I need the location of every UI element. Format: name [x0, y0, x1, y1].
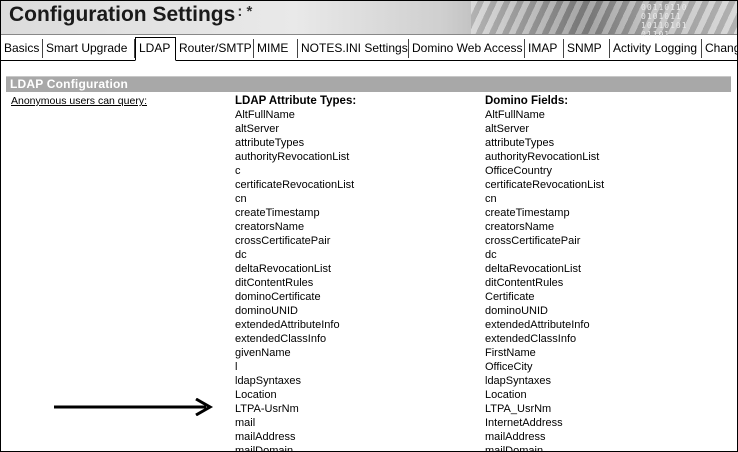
ldap-attributes-list: AltFullName altServer attributeTypes author…	[235, 108, 355, 452]
ldap-attribute-item: AltFullName	[235, 109, 295, 121]
ldap-attribute-item: crossCertificatePair	[235, 235, 331, 247]
ldap-attribute-item: dominoUNID	[235, 305, 298, 317]
ldap-attribute-item: LTPA-UsrNm	[235, 403, 299, 415]
header-binary-art: 00110110 0101011 10110101 01101	[641, 3, 688, 39]
ldap-attribute-item: authorityRevocationList	[235, 151, 350, 163]
ldap-attribute-item: dc	[235, 249, 247, 261]
domino-field-item: creatorsName	[485, 221, 555, 233]
ldap-attribute-item: deltaRevocationList	[235, 263, 332, 275]
right-arrow-icon	[54, 398, 214, 416]
tab-imap[interactable]: IMAP	[525, 39, 564, 58]
domino-field-item: mailDomain	[485, 445, 544, 452]
section-title: LDAP Configuration	[10, 77, 129, 91]
ldap-attributes-header: LDAP Attribute Types:	[235, 95, 357, 107]
domino-fields-header: Domino Fields:	[485, 95, 569, 107]
ldap-attribute-item: mail	[235, 417, 256, 429]
domino-field-item: mailAddress	[485, 431, 546, 443]
tab-ldap[interactable]: LDAP	[135, 37, 176, 61]
tab-smart-upgrade[interactable]: Smart Upgrade	[43, 39, 135, 58]
ldap-attribute-item: l	[235, 361, 238, 373]
anonymous-users-link[interactable]: Anonymous users can query:	[11, 95, 147, 107]
tab-activity-logging[interactable]: Activity Logging	[610, 39, 702, 58]
tab-notes-ini-settings[interactable]: NOTES.INI Settings	[298, 39, 409, 58]
tab-bar: Basics Smart Upgrade LDAP Router/SMTP MIME NO…	[1, 36, 737, 61]
ldap-attribute-item: altServer	[235, 123, 280, 135]
page-title-text: Configuration Settings	[9, 3, 236, 26]
domino-field-item: InternetAddress	[485, 417, 563, 429]
domino-field-item: cn	[485, 193, 497, 205]
ldap-attribute-item: ldapSyntaxes	[235, 375, 302, 387]
domino-field-item: LTPA_UsrNm	[485, 403, 552, 415]
domino-field-item: certificateRevocationList	[485, 179, 605, 191]
domino-field-item: altServer	[485, 123, 530, 135]
ldap-attribute-item: mailDomain	[235, 445, 294, 452]
tab-basics[interactable]: Basics	[1, 39, 43, 58]
section-header: LDAP Configuration	[6, 76, 731, 92]
domino-field-item: ditContentRules	[485, 277, 564, 289]
ldap-attribute-item: ditContentRules	[235, 277, 314, 289]
header-binary-line: 10110101	[641, 21, 688, 30]
ldap-attribute-item: extendedAttributeInfo	[235, 319, 340, 331]
tab-chang[interactable]: Chang	[702, 39, 737, 58]
domino-field-item: createTimestamp	[485, 207, 570, 219]
tab-domino-web-access[interactable]: Domino Web Access	[409, 39, 525, 58]
ldap-attribute-item: cn	[235, 193, 247, 205]
ldap-attribute-item: Location	[235, 389, 277, 401]
ldap-attribute-item: creatorsName	[235, 221, 305, 233]
domino-field-item: extendedClassInfo	[485, 333, 577, 345]
domino-field-item: Certificate	[485, 291, 535, 303]
tab-mime[interactable]: MIME	[254, 39, 298, 58]
ldap-attribute-item: extendedClassInfo	[235, 333, 327, 345]
tab-router-smtp[interactable]: Router/SMTP	[176, 39, 254, 58]
domino-field-item: dominoUNID	[485, 305, 548, 317]
ldap-attribute-item: createTimestamp	[235, 207, 320, 219]
ldap-attribute-item: mailAddress	[235, 431, 296, 443]
config-window: 00110110 0101011 10110101 01101 Configurat…	[0, 0, 738, 452]
ldap-attribute-item: dominoCertificate	[235, 291, 321, 303]
domino-field-item: AltFullName	[485, 109, 545, 121]
tab-snmp[interactable]: SNMP	[564, 39, 610, 58]
header-artwork	[471, 1, 737, 34]
domino-field-item: FirstName	[485, 347, 536, 359]
domino-field-item: OfficeCity	[485, 361, 533, 373]
modified-mark: : *	[237, 3, 253, 20]
domino-field-item: OfficeCountry	[485, 165, 553, 177]
domino-field-item: deltaRevocationList	[485, 263, 582, 275]
header-banner: 00110110 0101011 10110101 01101 Configurat…	[1, 1, 737, 39]
header-binary-line: 00110110	[641, 3, 688, 12]
header-binary-line: 0101011	[641, 12, 682, 21]
domino-field-item: crossCertificatePair	[485, 235, 581, 247]
ldap-attribute-item: givenName	[235, 347, 291, 359]
domino-field-item: attributeTypes	[485, 137, 555, 149]
domino-fields-list: AltFullName altServer attributeTypes author…	[485, 108, 605, 452]
page-title: Configuration Settings: *	[9, 1, 252, 31]
domino-field-item: dc	[485, 249, 497, 261]
domino-field-item: Location	[485, 389, 527, 401]
ldap-attribute-item: c	[235, 165, 241, 177]
domino-field-item: ldapSyntaxes	[485, 375, 552, 387]
ldap-attribute-item: certificateRevocationList	[235, 179, 355, 191]
domino-field-item: extendedAttributeInfo	[485, 319, 590, 331]
domino-field-item: authorityRevocationList	[485, 151, 600, 163]
ldap-attribute-item: attributeTypes	[235, 137, 305, 149]
